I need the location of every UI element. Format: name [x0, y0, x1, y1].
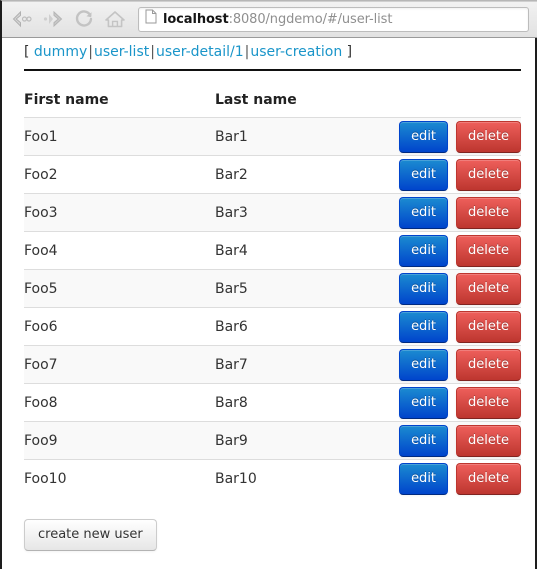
table-row: Foo10 Bar10 edit delete — [24, 459, 521, 497]
column-header-last-name: Last name — [214, 92, 400, 118]
cell-first-name: Foo1 — [24, 117, 215, 156]
delete-button[interactable]: delete — [456, 424, 521, 457]
cell-last-name: Bar9 — [214, 421, 400, 460]
forward-arrow-icon — [42, 10, 64, 28]
page-content: [ dummy|user-list|user-detail/1|user-cre… — [2, 38, 521, 551]
table-row: Foo6 Bar6 edit delete — [24, 307, 521, 346]
cell-first-name: Foo7 — [24, 345, 215, 384]
cell-actions: edit delete — [399, 345, 521, 384]
user-table-body: Foo1 Bar1 edit delete Foo2 Bar2 edit delete Foo3… — [24, 117, 521, 497]
cell-last-name: Bar10 — [214, 459, 400, 497]
edit-button[interactable]: edit — [399, 348, 449, 381]
back-arrow-icon — [11, 10, 33, 28]
cell-first-name: Foo3 — [24, 193, 215, 232]
breadcrumb-link-user-list[interactable]: user-list — [94, 44, 149, 60]
cell-actions: edit delete — [399, 155, 521, 194]
column-header-actions — [399, 92, 521, 118]
address-bar-path: :8080/ngdemo/#/user-list — [228, 11, 393, 27]
cell-first-name: Foo10 — [24, 459, 215, 497]
browser-toolbar: localhost:8080/ngdemo/#/user-list — [2, 1, 537, 38]
table-row: Foo4 Bar4 edit delete — [24, 231, 521, 270]
breadcrumb-separator-2: | — [150, 44, 155, 60]
cell-last-name: Bar7 — [214, 345, 400, 384]
cell-first-name: Foo4 — [24, 231, 215, 270]
edit-button[interactable]: edit — [399, 272, 449, 305]
table-row: Foo1 Bar1 edit delete — [24, 117, 521, 156]
table-row: Foo8 Bar8 edit delete — [24, 383, 521, 422]
breadcrumb-open-bracket: [ — [24, 44, 30, 60]
edit-button[interactable]: edit — [399, 462, 449, 495]
delete-button[interactable]: delete — [456, 348, 521, 381]
cell-last-name: Bar2 — [214, 155, 400, 194]
cell-first-name: Foo5 — [24, 269, 215, 308]
cell-last-name: Bar6 — [214, 307, 400, 346]
reload-icon — [74, 9, 94, 29]
table-header-row: First name Last name — [24, 92, 521, 118]
create-new-user-wrap: create new user — [24, 519, 521, 551]
breadcrumb-link-dummy[interactable]: dummy — [34, 44, 87, 60]
address-bar[interactable]: localhost:8080/ngdemo/#/user-list — [138, 6, 529, 32]
header-divider — [24, 69, 521, 71]
cell-last-name: Bar5 — [214, 269, 400, 308]
table-row: Foo3 Bar3 edit delete — [24, 193, 521, 232]
breadcrumb-close-bracket: ] — [346, 44, 353, 60]
cell-last-name: Bar1 — [214, 117, 400, 156]
browser-window: localhost:8080/ngdemo/#/user-list [ dumm… — [0, 0, 537, 569]
cell-actions: edit delete — [399, 193, 521, 232]
cell-actions: edit delete — [399, 307, 521, 346]
delete-button[interactable]: delete — [456, 234, 521, 267]
delete-button[interactable]: delete — [456, 386, 521, 419]
page-viewport: [ dummy|user-list|user-detail/1|user-cre… — [2, 38, 537, 569]
delete-button[interactable]: delete — [456, 272, 521, 305]
column-header-first-name: First name — [24, 92, 215, 118]
forward-button[interactable] — [37, 4, 68, 34]
home-button[interactable] — [99, 4, 130, 34]
page-document-icon — [145, 9, 157, 29]
edit-button[interactable]: edit — [399, 234, 449, 267]
cell-actions: edit delete — [399, 421, 521, 460]
cell-last-name: Bar4 — [214, 231, 400, 270]
delete-button[interactable]: delete — [456, 120, 521, 153]
address-bar-text: localhost:8080/ngdemo/#/user-list — [163, 12, 392, 27]
address-bar-host: localhost — [163, 11, 229, 27]
edit-button[interactable]: edit — [399, 386, 449, 419]
cell-actions: edit delete — [399, 269, 521, 308]
cell-first-name: Foo9 — [24, 421, 215, 460]
cell-first-name: Foo6 — [24, 307, 215, 346]
home-icon — [104, 9, 126, 29]
delete-button[interactable]: delete — [456, 196, 521, 229]
breadcrumb-separator-1: | — [88, 44, 93, 60]
reload-button[interactable] — [68, 4, 99, 34]
cell-actions: edit delete — [399, 383, 521, 422]
user-table-head: First name Last name — [24, 92, 521, 118]
delete-button[interactable]: delete — [456, 158, 521, 191]
edit-button[interactable]: edit — [399, 120, 449, 153]
cell-last-name: Bar8 — [214, 383, 400, 422]
table-row: Foo5 Bar5 edit delete — [24, 269, 521, 308]
table-row: Foo9 Bar9 edit delete — [24, 421, 521, 460]
cell-last-name: Bar3 — [214, 193, 400, 232]
delete-button[interactable]: delete — [456, 462, 521, 495]
edit-button[interactable]: edit — [399, 196, 449, 229]
breadcrumb: [ dummy|user-list|user-detail/1|user-cre… — [2, 38, 521, 60]
user-table: First name Last name Foo1 Bar1 edit delete F… — [24, 92, 521, 497]
delete-button[interactable]: delete — [456, 310, 521, 343]
table-row: Foo7 Bar7 edit delete — [24, 345, 521, 384]
table-row: Foo2 Bar2 edit delete — [24, 155, 521, 194]
edit-button[interactable]: edit — [399, 158, 449, 191]
cell-actions: edit delete — [399, 117, 521, 156]
cell-first-name: Foo2 — [24, 155, 215, 194]
cell-actions: edit delete — [399, 459, 521, 497]
breadcrumb-link-user-detail[interactable]: user-detail/1 — [156, 44, 244, 60]
back-button[interactable] — [6, 4, 37, 34]
cell-actions: edit delete — [399, 231, 521, 270]
edit-button[interactable]: edit — [399, 310, 449, 343]
cell-first-name: Foo8 — [24, 383, 215, 422]
edit-button[interactable]: edit — [399, 424, 449, 457]
breadcrumb-link-user-creation[interactable]: user-creation — [250, 44, 342, 60]
create-new-user-button[interactable]: create new user — [24, 519, 157, 551]
